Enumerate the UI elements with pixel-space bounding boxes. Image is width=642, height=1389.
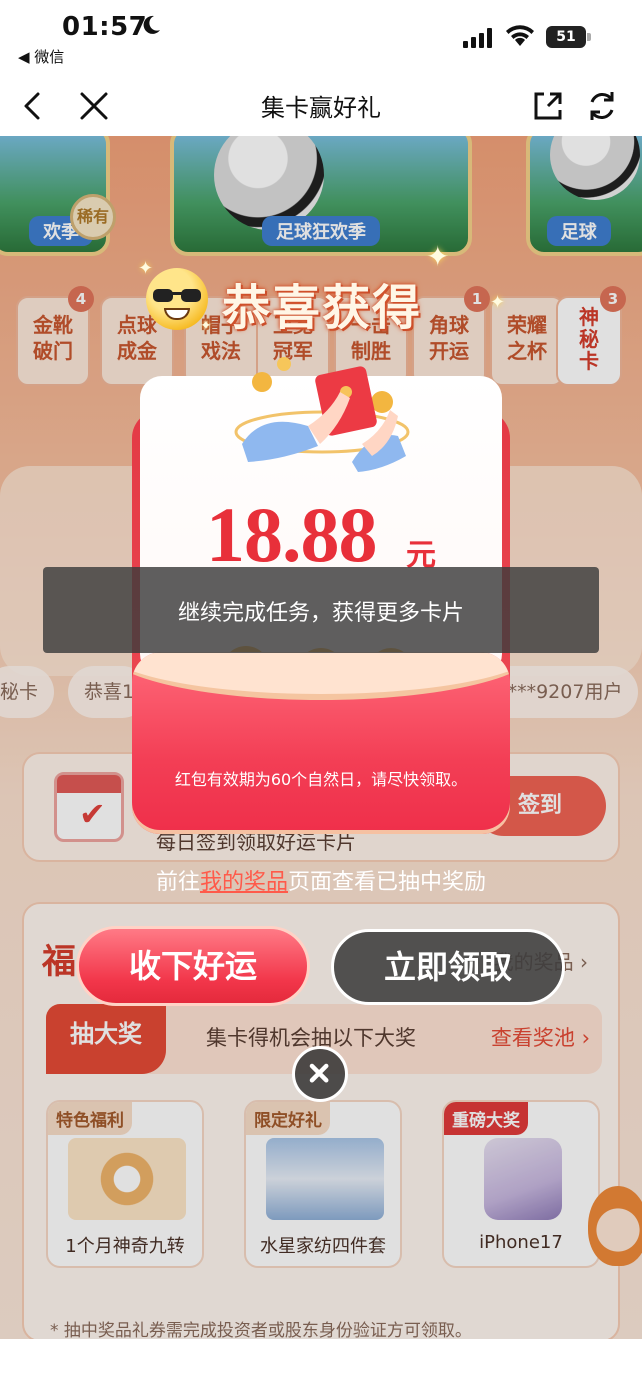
toast-message: 继续完成任务，获得更多卡片 <box>177 601 464 626</box>
validity-note: 红包有效期为60个自然日，请尽快领取。 <box>174 770 468 789</box>
my-prizes-link[interactable]: 我的奖品 <box>200 870 288 895</box>
hands-red-packet-icon <box>234 357 410 472</box>
claim-now-button[interactable]: 立即领取 <box>331 929 565 1005</box>
close-modal-icon[interactable] <box>292 1046 348 1102</box>
sparkle-icon: ✦ <box>200 318 212 334</box>
sparkle-icon: ✦ <box>490 292 506 313</box>
prize-line-prefix: 前往 <box>155 870 200 895</box>
red-packet-front <box>132 652 510 834</box>
accept-luck-button[interactable]: 收下好运 <box>76 926 310 1006</box>
reward-modal: 恭喜获得 ✦ ✦ ✦ ✦ 18.88 元 红包有效期为60个自然日，请尽快领取。… <box>0 0 642 1389</box>
sparkle-icon: ✦ <box>138 258 154 279</box>
toast: 继续完成任务，获得更多卡片 <box>43 567 599 653</box>
sparkle-icon: ✦ <box>426 240 450 273</box>
prize-line-suffix: 页面查看已抽中奖励 <box>288 870 487 895</box>
view-prizes-line: 前往我的奖品页面查看已抽中奖励 <box>0 864 642 896</box>
congrats-title: 恭喜获得 <box>222 280 423 336</box>
sunglasses-smiley-icon <box>146 268 208 330</box>
